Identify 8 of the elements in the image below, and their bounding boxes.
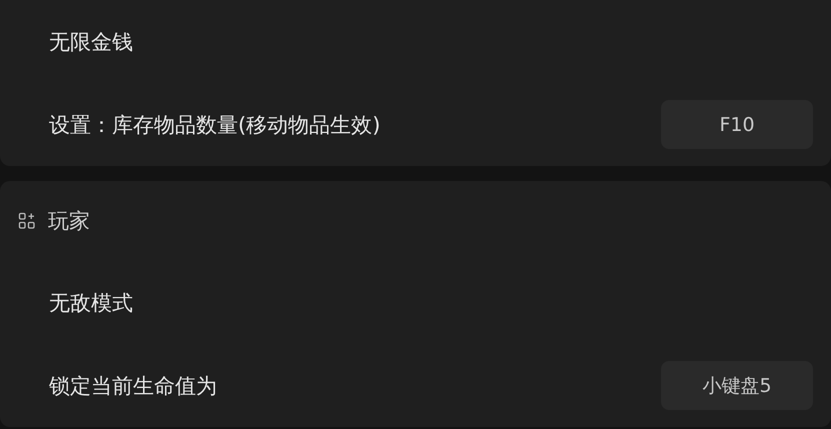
- option-label: 无限金钱: [49, 28, 133, 56]
- section-title: 玩家: [48, 208, 90, 235]
- option-label: 无敌模式: [49, 290, 133, 316]
- apps-icon: [18, 212, 36, 230]
- option-label: 锁定当前生命值为: [49, 372, 217, 400]
- option-label: 设置：库存物品数量(移动物品生效): [49, 112, 380, 138]
- hotkey-button[interactable]: F10: [661, 100, 813, 149]
- hotkey-button[interactable]: 小键盘5: [661, 361, 813, 410]
